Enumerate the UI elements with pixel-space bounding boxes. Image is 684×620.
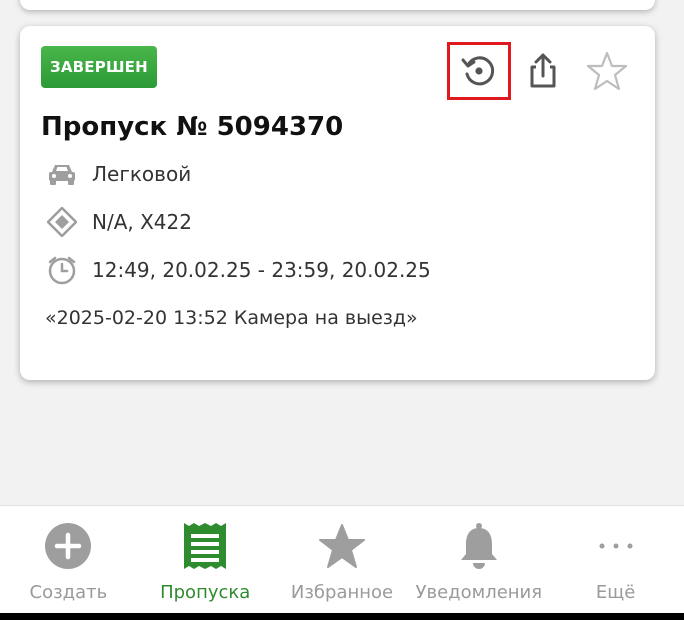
pass-title: Пропуск № 5094370 [41,112,344,142]
card-actions [447,42,639,100]
validity-period: 12:49, 20.02.25 - 23:59, 20.02.25 [92,258,431,282]
tab-create[interactable]: Создать [0,506,137,613]
tab-favorites-label: Избранное [290,582,394,603]
period-row: 12:49, 20.02.25 - 23:59, 20.02.25 [46,254,431,286]
pass-comment: «2025-02-20 13:52 Камера на выезд» [45,307,418,329]
history-icon [461,56,495,86]
favorite-button[interactable] [575,42,639,100]
star-outline-icon [586,51,628,91]
pass-list-icon [184,523,227,569]
plate-diamond-icon [46,206,78,238]
share-button[interactable] [511,42,575,100]
repeat-pass-button[interactable] [447,42,511,100]
screen-bottom-edge [0,613,684,620]
tab-favorites[interactable]: Избранное [274,506,411,613]
vehicle-type: Легковой [92,162,192,186]
star-icon [318,524,365,568]
pass-card[interactable]: ЗАВЕРШЕН Пропуск № 5094370 Легковой N/A,… [20,26,655,380]
tab-notifications-label: Уведомления [415,582,543,603]
previous-pass-card[interactable] [20,0,655,10]
vehicle-type-row: Легковой [46,158,191,190]
tab-notifications[interactable]: Уведомления [410,506,547,613]
car-icon [46,158,78,190]
bottom-tab-bar: Создать Пропуска Избранное Уведомления Е… [0,505,684,613]
tab-more-label: Ещё [595,582,636,603]
status-badge: ЗАВЕРШЕН [41,46,157,88]
tab-more[interactable]: Ещё [547,506,684,613]
plate-number: N/A, X422 [92,210,192,234]
share-icon [530,53,556,88]
tab-passes[interactable]: Пропуска [137,506,274,613]
more-icon [599,543,633,549]
plate-row: N/A, X422 [46,206,192,238]
clock-icon [46,254,78,286]
bell-icon [460,523,497,569]
tab-passes-label: Пропуска [160,582,251,603]
plus-circle-icon [45,523,92,569]
tab-create-label: Создать [29,582,108,603]
